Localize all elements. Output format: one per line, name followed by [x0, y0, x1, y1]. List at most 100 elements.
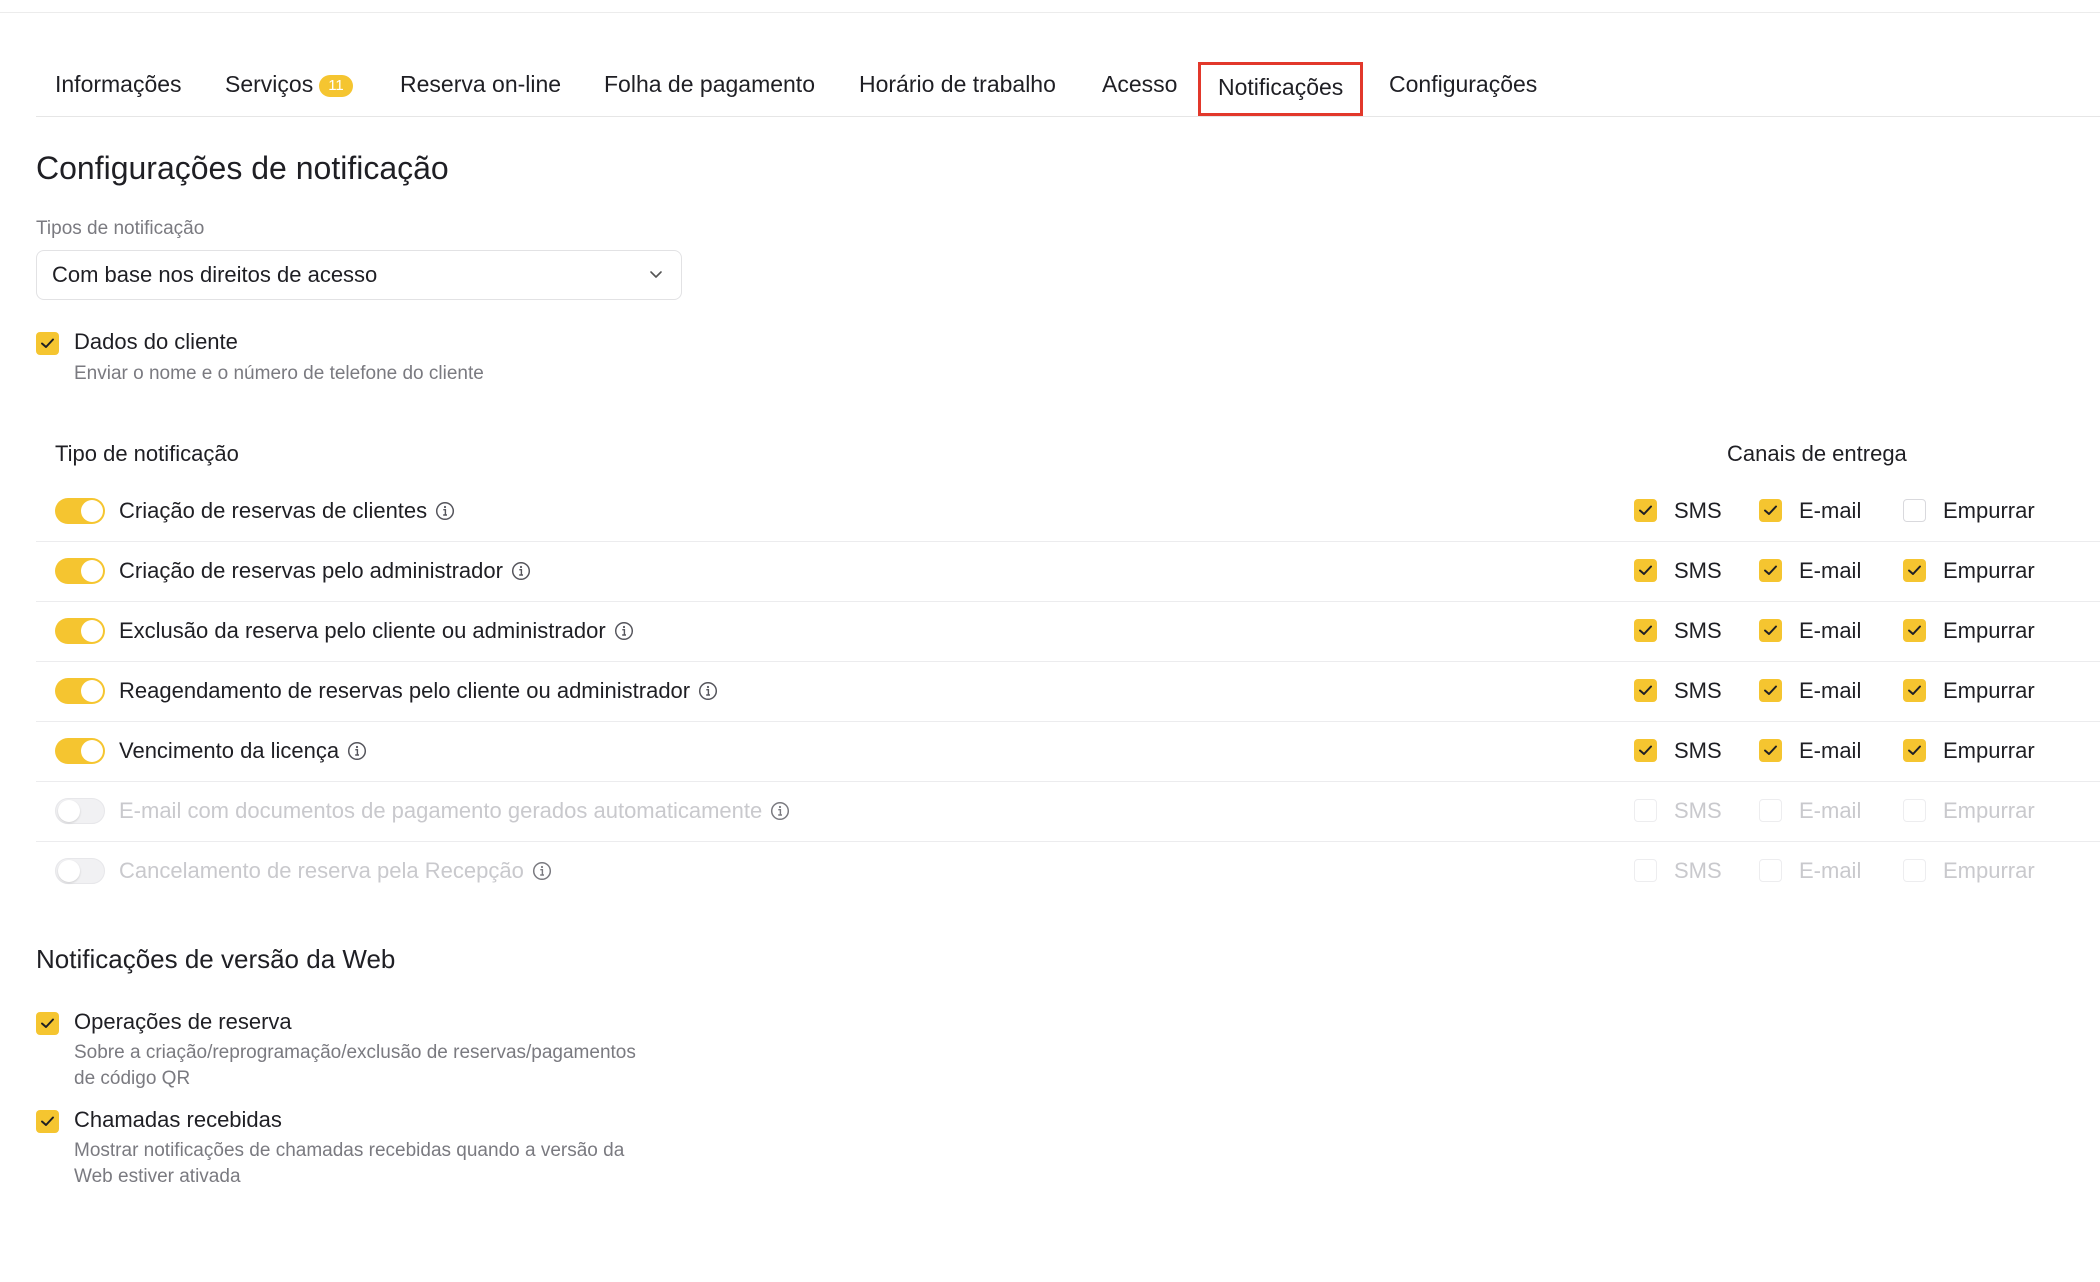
booking-operations-label: Operações de reserva: [74, 1009, 292, 1034]
channel-email-label: E-mail: [1799, 738, 1862, 763]
info-icon[interactable]: [532, 861, 552, 881]
notification-label-text: Criação de reservas pelo administrador: [119, 558, 503, 583]
check-icon: [1764, 505, 1777, 515]
booking-operations-checkbox[interactable]: [36, 1012, 59, 1035]
toggle-knob: [58, 860, 80, 882]
web-notifications-title: Notificações de versão da Web: [36, 944, 396, 974]
channel-sms-checkbox[interactable]: [1634, 679, 1657, 702]
tab-servicos[interactable]: Serviços 11: [225, 60, 353, 116]
tab-informacoes[interactable]: Informações: [55, 60, 182, 116]
channel-push-checkbox[interactable]: [1903, 739, 1926, 762]
channel-email-checkbox[interactable]: [1759, 679, 1782, 702]
notification-label-text: Reagendamento de reservas pelo cliente o…: [119, 678, 691, 703]
channel-email-label: E-mail: [1799, 678, 1862, 703]
notification-row: Exclusão da reserva pelo cliente ou admi…: [36, 601, 2100, 662]
channel-email-checkbox[interactable]: [1759, 559, 1782, 582]
toggle-knob: [81, 560, 103, 582]
channel-sms-checkbox[interactable]: [1634, 499, 1657, 522]
info-icon[interactable]: [698, 681, 718, 701]
channel-email-checkbox[interactable]: [1759, 499, 1782, 522]
channel-push-label: Empurrar: [1943, 498, 2035, 523]
channel-sms-checkbox[interactable]: [1634, 619, 1657, 642]
tab-bar: Informações Serviços 11 Reserva on-line F…: [36, 60, 2100, 117]
notification-types-value: Com base nos direitos de acesso: [52, 262, 378, 287]
tab-acesso[interactable]: Acesso: [1102, 60, 1177, 116]
check-icon: [41, 338, 54, 348]
channel-sms-label: SMS: [1674, 738, 1722, 763]
check-icon: [1908, 625, 1921, 635]
channel-email-checkbox[interactable]: [1759, 739, 1782, 762]
channel-email-label: E-mail: [1799, 618, 1862, 643]
notification-label-text: Vencimento da licença: [119, 738, 340, 763]
notification-label: Cancelamento de reserva pela Recepção: [119, 841, 552, 901]
check-icon: [1639, 625, 1652, 635]
notification-types-select[interactable]: Com base nos direitos de acesso: [36, 250, 682, 300]
notification-label: Criação de reservas de clientes: [119, 481, 455, 541]
toggle-knob: [81, 500, 103, 522]
channel-email-checkbox: [1759, 859, 1782, 882]
chevron-down-icon: [649, 251, 663, 319]
notification-label: Criação de reservas pelo administrador: [119, 541, 531, 601]
notification-row: Criação de reservas pelo administrador SM…: [36, 541, 2100, 602]
toggle-knob: [81, 620, 103, 642]
channel-sms-label: SMS: [1674, 798, 1722, 823]
notification-toggle[interactable]: [55, 558, 105, 584]
check-icon: [1908, 745, 1921, 755]
notification-row: Criação de reservas de clientes SMS E-mail…: [36, 481, 2100, 542]
channel-push-label: Empurrar: [1943, 858, 2035, 883]
channel-push-label: Empurrar: [1943, 678, 2035, 703]
channel-sms-label: SMS: [1674, 678, 1722, 703]
tab-reserva-online[interactable]: Reserva on-line: [400, 60, 561, 116]
notification-row: Cancelamento de reserva pela Recepção SMS…: [36, 841, 2100, 901]
check-icon: [1639, 745, 1652, 755]
channel-push-label: Empurrar: [1943, 738, 2035, 763]
channel-push-label: Empurrar: [1943, 558, 2035, 583]
check-icon: [41, 1018, 54, 1028]
check-icon: [1639, 685, 1652, 695]
channel-email-label: E-mail: [1799, 858, 1862, 883]
tab-notificacoes[interactable]: Notificações: [1198, 62, 1364, 116]
client-data-checkbox[interactable]: [36, 332, 59, 355]
channel-sms-checkbox: [1634, 859, 1657, 882]
channel-email-checkbox: [1759, 799, 1782, 822]
tab-horario-de-trabalho[interactable]: Horário de trabalho: [859, 60, 1056, 116]
notification-toggle[interactable]: [55, 678, 105, 704]
channel-email-label: E-mail: [1799, 798, 1862, 823]
info-icon[interactable]: [614, 621, 634, 641]
incoming-calls-label: Chamadas recebidas: [74, 1107, 282, 1132]
channel-sms-checkbox[interactable]: [1634, 739, 1657, 762]
channel-sms-label: SMS: [1674, 558, 1722, 583]
check-icon: [1764, 565, 1777, 575]
notification-toggle[interactable]: [55, 798, 105, 824]
channel-push-checkbox[interactable]: [1903, 679, 1926, 702]
notification-toggle[interactable]: [55, 498, 105, 524]
info-icon[interactable]: [347, 741, 367, 761]
incoming-calls-description: Mostrar notificações de chamadas recebid…: [74, 1138, 624, 1190]
channel-sms-label: SMS: [1674, 498, 1722, 523]
check-icon: [1764, 685, 1777, 695]
channel-push-checkbox[interactable]: [1903, 499, 1926, 522]
channel-email-label: E-mail: [1799, 498, 1862, 523]
notification-row: Vencimento da licença SMS E-mail Empurrar: [36, 721, 2100, 782]
channel-sms-label: SMS: [1674, 858, 1722, 883]
info-icon[interactable]: [435, 501, 455, 521]
tab-folha-de-pagamento[interactable]: Folha de pagamento: [604, 60, 815, 116]
check-icon: [1908, 685, 1921, 695]
top-divider: [0, 12, 2100, 13]
notification-toggle[interactable]: [55, 858, 105, 884]
channel-email-checkbox[interactable]: [1759, 619, 1782, 642]
notification-toggle[interactable]: [55, 618, 105, 644]
notification-label: Exclusão da reserva pelo cliente ou admi…: [119, 601, 634, 661]
channel-email-label: E-mail: [1799, 558, 1862, 583]
channel-push-label: Empurrar: [1943, 618, 2035, 643]
channel-sms-checkbox[interactable]: [1634, 559, 1657, 582]
notification-toggle[interactable]: [55, 738, 105, 764]
incoming-calls-desc-line-1: Mostrar notificações de chamadas recebid…: [74, 1140, 625, 1161]
incoming-calls-checkbox[interactable]: [36, 1110, 59, 1133]
channel-push-checkbox[interactable]: [1903, 559, 1926, 582]
tab-configuracoes[interactable]: Configurações: [1389, 60, 1537, 116]
info-icon[interactable]: [511, 561, 531, 581]
info-icon[interactable]: [770, 801, 790, 821]
channel-push-checkbox[interactable]: [1903, 619, 1926, 642]
notification-label-text: Criação de reservas de clientes: [119, 498, 428, 523]
